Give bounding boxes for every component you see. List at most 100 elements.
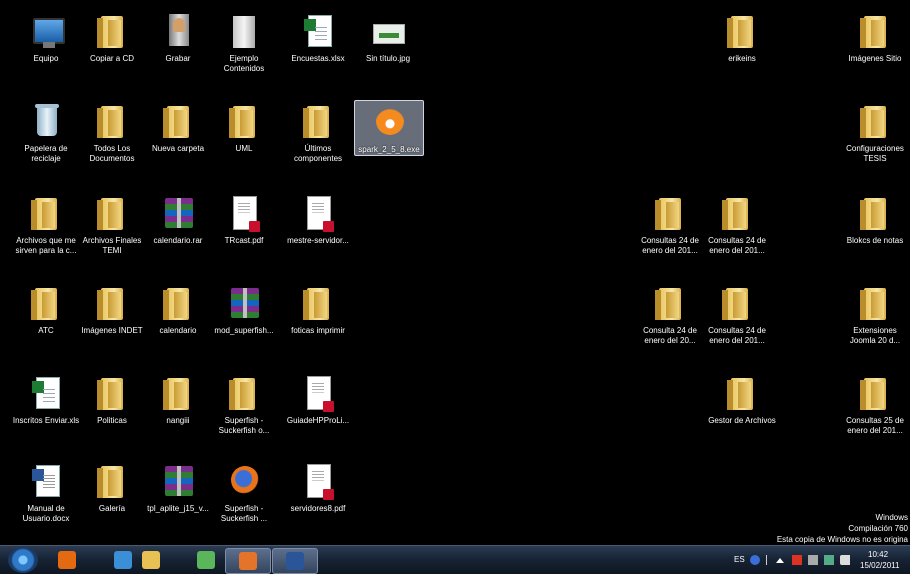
desktop-icon[interactable]: Configuraciones TESIS [841, 100, 909, 164]
desktop-icon[interactable]: Equipo [12, 10, 80, 64]
desktop-icon-label: Equipo [33, 54, 59, 63]
folder-icon [95, 286, 129, 322]
disc-folder-icon [227, 14, 261, 50]
folder-icon [95, 104, 129, 140]
desktop-icon-label: Consultas 25 de enero del 201... [846, 416, 904, 435]
folder-icon [858, 376, 892, 412]
desktop-icon-label: Consultas 24 de enero del 201... [708, 326, 766, 345]
desktop-icon[interactable]: Ejemplo Contenidos [210, 10, 278, 74]
taskbar-button[interactable] [108, 548, 138, 572]
desktop-icon[interactable]: foticas imprimir [284, 282, 352, 336]
rar-icon [161, 464, 195, 500]
desktop-icon[interactable]: Manual de Usuario.docx [12, 460, 80, 524]
watermark-line-3: Esta copia de Windows no es origina [776, 535, 908, 544]
taskbar-button[interactable] [191, 548, 221, 572]
desktop-icon[interactable]: Imágenes INDET [78, 282, 146, 336]
start-button[interactable] [8, 547, 38, 573]
language-indicator[interactable]: ES [734, 555, 745, 564]
network-icon[interactable] [824, 555, 834, 565]
desktop-icon[interactable]: calendario [144, 282, 212, 336]
taskbar: ES 10:42 15/02/2011 [0, 545, 910, 574]
taskbar-button[interactable] [52, 548, 82, 572]
bin-icon [29, 104, 63, 140]
desktop-icon[interactable]: TRcast.pdf [210, 192, 278, 246]
desktop-icon[interactable]: Archivos que me sirven para la c... [12, 192, 80, 256]
desktop-icon[interactable]: mestre-servidor... [284, 192, 352, 246]
desktop-icon-label: Politicas [97, 416, 127, 425]
rar-icon [227, 286, 261, 322]
desktop-icon[interactable]: Superfish - Suckerfish o... [210, 372, 278, 436]
desktop-icon[interactable]: UML [210, 100, 278, 154]
device-icon[interactable] [808, 555, 818, 565]
desktop-icon-label: TRcast.pdf [224, 236, 264, 245]
desktop-icon[interactable]: nangiii [144, 372, 212, 426]
desktop-icon[interactable]: Imágenes Sitio [841, 10, 909, 64]
help-icon[interactable] [750, 555, 760, 565]
desktop-icon-label: Archivos que me sirven para la c... [15, 236, 77, 255]
desktop-icon[interactable]: Inscritos Enviar.xls [12, 372, 80, 426]
desktop-icon[interactable]: erikeins [708, 10, 776, 64]
desktop-icon-label: Ejemplo Contenidos [223, 54, 265, 73]
desktop-icon[interactable]: Encuestas.xlsx [284, 10, 352, 64]
show-hidden-icons-icon[interactable] [776, 558, 784, 563]
desktop-icon-label: Extensiones Joomla 20 d... [849, 326, 901, 345]
action-center-flag-icon[interactable] [792, 555, 802, 565]
desktop-icon[interactable]: Consultas 24 de enero del 201... [703, 192, 771, 256]
desktop-icon-label: UML [235, 144, 253, 153]
pen-icon[interactable] [766, 555, 773, 565]
folder-icon [161, 286, 195, 322]
desktop-icon[interactable]: Papelera de reciclaje [12, 100, 80, 164]
watermark-line-2: Compilación 760 [848, 524, 908, 533]
desktop-icon[interactable]: GuiadeHPProLi... [284, 372, 352, 426]
desktop-icon[interactable]: Politicas [78, 372, 146, 426]
desktop-icon-label: Archivos Finales TEMI [82, 236, 142, 255]
burn-icon [161, 14, 195, 50]
desktop-icon[interactable]: Consultas 24 de enero del 201... [636, 192, 704, 256]
desktop-icon-label: calendario.rar [153, 236, 203, 245]
clock-time[interactable]: 10:42 [868, 550, 888, 559]
desktop-icon[interactable]: Nueva carpeta [144, 100, 212, 154]
folder-icon [161, 376, 195, 412]
desktop-icon-label: Grabar [165, 54, 191, 63]
desktop-icon[interactable]: Gestor de Archivos [708, 372, 776, 426]
desktop-icon[interactable]: Consulta 24 de enero del 20... [636, 282, 704, 346]
folder-icon [725, 14, 759, 50]
desktop-icon[interactable]: ATC [12, 282, 80, 336]
folder-icon [725, 376, 759, 412]
desktop-icon[interactable]: spark_2_5_8.exe [354, 100, 424, 156]
desktop-icon[interactable]: Últimos componentes [284, 100, 352, 164]
folder-icon [227, 104, 261, 140]
volume-icon[interactable] [840, 555, 850, 565]
desktop-icon[interactable]: Blokcs de notas [841, 192, 909, 246]
folder-icon [95, 196, 129, 232]
desktop-icon[interactable]: mod_superfish... [210, 282, 278, 336]
desktop-icon-label: Consultas 24 de enero del 201... [641, 236, 699, 255]
desktop-icon[interactable]: servidores8.pdf [284, 460, 352, 514]
desktop-icon[interactable]: Archivos Finales TEMI [78, 192, 146, 256]
desktop-icon[interactable]: Copiar a CD [78, 10, 146, 64]
clock-date[interactable]: 15/02/2011 [860, 561, 899, 570]
desktop-icon[interactable]: Todos Los Documentos [78, 100, 146, 164]
windows-watermark: Windows Compilación 760 Esta copia de Wi… [777, 512, 908, 545]
computer-icon [29, 14, 65, 50]
desktop-icon-label: Encuestas.xlsx [291, 54, 345, 63]
taskbar-button[interactable] [272, 548, 318, 574]
xls-icon [29, 376, 63, 412]
desktop-icon[interactable]: Superfish - Suckerfish ... [210, 460, 278, 524]
desktop-icon-label: mod_superfish... [214, 326, 274, 335]
desktop-icon[interactable]: Consultas 24 de enero del 201... [703, 282, 771, 346]
watermark-line-1: Windows [875, 513, 908, 522]
jpg-icon [371, 14, 405, 50]
desktop-icon[interactable]: Grabar [144, 10, 212, 64]
desktop-icon[interactable]: tpl_aplite_j15_v... [144, 460, 212, 514]
desktop-icon[interactable]: Extensiones Joomla 20 d... [841, 282, 909, 346]
taskbar-button[interactable] [225, 548, 271, 574]
desktop-icon-label: spark_2_5_8.exe [358, 145, 420, 154]
docx-icon [29, 464, 63, 500]
desktop-icon[interactable]: Sin título.jpg [354, 10, 422, 64]
desktop-icon[interactable]: Galería [78, 460, 146, 514]
desktop-icon-label: Galería [98, 504, 126, 513]
desktop-icon[interactable]: Consultas 25 de enero del 201... [841, 372, 909, 436]
taskbar-button[interactable] [136, 548, 166, 572]
desktop-icon[interactable]: calendario.rar [144, 192, 212, 246]
